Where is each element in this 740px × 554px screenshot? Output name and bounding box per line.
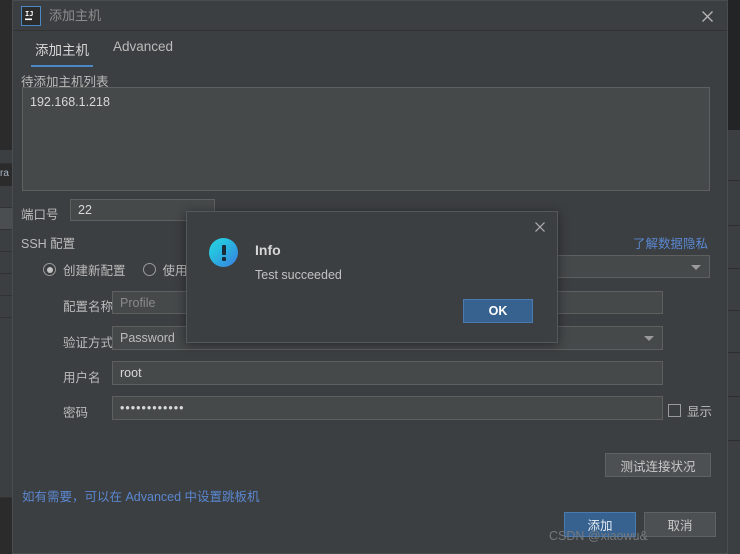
radio-create-new-config-label[interactable]: 创建新配置: [63, 260, 126, 279]
info-dialog-ok-button[interactable]: OK: [463, 299, 533, 323]
background-ide-right-divider: [728, 440, 740, 441]
show-password-checkbox-row: 显示: [668, 401, 712, 420]
background-ide-right-divider: [728, 396, 740, 397]
background-ide-strip: [0, 186, 12, 208]
password-input[interactable]: [112, 396, 663, 420]
background-ide-right-divider: [728, 352, 740, 353]
port-label: 端口号: [21, 208, 59, 222]
auth-method-label: 验证方式: [63, 336, 114, 350]
data-privacy-link[interactable]: 了解数据隐私: [633, 233, 708, 252]
background-ide-strip: [0, 150, 12, 164]
show-password-checkbox[interactable]: [668, 404, 681, 417]
jumpserver-hint-link[interactable]: 如有需要，可以在 Advanced 中设置跳板机: [22, 486, 260, 505]
background-ide-right-divider: [728, 225, 740, 226]
ssh-config-section-label: SSH 配置: [21, 237, 76, 251]
chevron-down-icon: [691, 264, 701, 270]
profile-name-label: 配置名称: [63, 300, 114, 314]
background-ide-strip: [0, 318, 12, 498]
background-ide-right-divider: [728, 310, 740, 311]
chevron-down-icon: [644, 336, 654, 341]
dialog-tabs: 添加主机 Advanced: [23, 37, 185, 67]
background-ide-strip: [0, 296, 12, 318]
close-icon[interactable]: [697, 6, 717, 26]
background-ide-strip: [0, 274, 12, 296]
radio-create-new-config[interactable]: [43, 263, 56, 276]
background-ide-right-dark: [728, 0, 740, 130]
dialog-title: 添加主机: [49, 8, 102, 23]
password-label: 密码: [63, 406, 89, 420]
username-input[interactable]: [112, 361, 663, 385]
dialog-titlebar: IJ 添加主机: [13, 1, 727, 31]
radio-use-existing-config[interactable]: [142, 263, 156, 276]
background-ide-strip: [0, 230, 12, 252]
tab-add-host[interactable]: 添加主机: [23, 37, 101, 67]
auth-method-value: Password: [120, 331, 175, 345]
info-dialog-title: Info: [255, 242, 281, 258]
screen: ra IJ 添加主机 添加主机 Advanced 待添加主机列表 192.168…: [0, 0, 740, 554]
background-ide-right-divider: [728, 180, 740, 181]
background-ide-strip: [0, 252, 12, 274]
username-label: 用户名: [63, 371, 101, 385]
info-dialog: Info Test succeeded OK: [186, 211, 558, 343]
background-ide-strip: [0, 208, 12, 230]
host-list-textarea[interactable]: [22, 87, 710, 191]
svg-text:IJ: IJ: [25, 10, 33, 18]
tab-advanced[interactable]: Advanced: [101, 37, 185, 62]
info-exclamation-icon: [209, 238, 238, 267]
background-ide-right-divider: [728, 268, 740, 269]
info-dialog-message: Test succeeded: [255, 268, 342, 282]
show-password-label[interactable]: 显示: [687, 401, 712, 420]
cancel-button[interactable]: 取消: [644, 512, 716, 537]
intellij-idea-logo-icon: IJ: [21, 6, 41, 26]
background-ide-right-column: [728, 130, 740, 554]
watermark-text: CSDN @xiaowu&: [549, 529, 648, 543]
test-connection-button[interactable]: 测试连接状况: [605, 453, 711, 477]
info-dialog-close-icon[interactable]: [531, 218, 549, 236]
